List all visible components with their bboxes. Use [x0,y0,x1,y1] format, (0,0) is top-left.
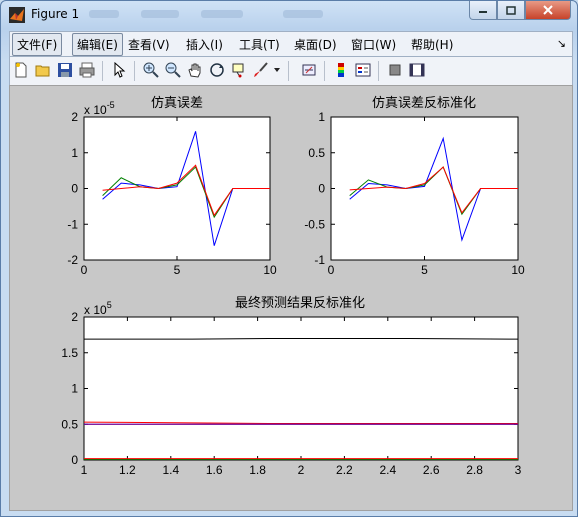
x-tick-label: 1.4 [162,463,179,477]
axes-3-exponent: x 105 [84,300,112,317]
subplot-3[interactable]: 最终预测结果反标准化 x 105 1 1.2 1.4 1.6 1.8 2 2.2 2.4 2.6… [61,295,521,477]
menu-desktop[interactable]: 桌面(D) [290,35,341,54]
y-tick-label: 1 [318,110,325,124]
figure-toolbar [9,56,573,86]
menu-help[interactable]: 帮助(H) [407,35,457,54]
maximize-icon [506,5,516,15]
axes-1-exponent: x 10-5 [84,100,115,117]
hide-plot-tools-icon[interactable] [386,61,404,79]
axes-1-title: 仿真误差 [151,95,203,110]
y-tick-label: 1 [71,382,78,396]
x-tick-label: 0 [328,263,335,277]
pan-hand-icon[interactable] [186,61,204,79]
open-file-icon[interactable] [34,61,52,79]
link-plot-icon[interactable] [300,61,318,79]
x-tick-label: 10 [511,263,525,277]
window-title: Figure 1 [31,7,80,21]
subplot-2[interactable]: 仿真误差反标准化 0 5 10 1 0.5 0 -0.5 -1 [304,95,525,277]
matlab-icon [9,7,25,23]
y-tick-label: 0.5 [308,146,325,160]
x-tick-label: 2.2 [336,463,353,477]
x-tick-label: 1.8 [249,463,266,477]
menu-bar: 文件(F) 编辑(E) 查看(V) 插入(I) 工具(T) 桌面(D) 窗口(W… [9,31,573,56]
y-tick-label: 0.5 [61,417,78,431]
menu-edit[interactable]: 编辑(E) [72,33,123,56]
menu-tools[interactable]: 工具(T) [235,35,284,54]
save-icon[interactable] [56,61,74,79]
plots-svg: 仿真误差 x 10-5 0 5 10210-1-2 仿真误差反标准化 0 5 1010.… [61,95,525,477]
x-tick-label: 2.4 [379,463,396,477]
x-tick-label: 2.6 [423,463,440,477]
menu-view[interactable]: 查看(V) [124,35,174,54]
x-tick-label: 5 [174,263,181,277]
print-icon[interactable] [78,61,96,79]
colorbar-icon[interactable] [332,61,350,79]
pointer-icon[interactable] [110,61,128,79]
subplot-1[interactable]: 仿真误差 x 10-5 0 5 10210-1-2 [67,95,277,277]
y-tick-label: 0 [318,182,325,196]
figure-window: Figure 1 文件(F) 编辑(E) 查看(V) 插入(I) 工具(T) 桌… [0,0,578,517]
x-tick-label: 2 [298,463,305,477]
x-tick-label: 1.2 [119,463,136,477]
brush-icon[interactable] [252,61,270,79]
rotate-3d-icon[interactable] [208,61,226,79]
toolbar-separator [288,61,289,81]
title-bar[interactable]: Figure 1 [1,1,577,29]
blurred-text [201,10,243,18]
show-plot-tools-icon[interactable] [408,61,426,79]
y-tick-label: 1 [71,146,78,160]
menu-insert[interactable]: 插入(I) [182,35,227,54]
x-tick-label: 2.8 [466,463,483,477]
blurred-text [283,10,323,18]
y-tick-label: -0.5 [304,217,325,231]
y-tick-label: 0 [71,182,78,196]
x-tick-label: 10 [263,263,277,277]
blurred-text [89,10,119,18]
toolbar-separator [324,61,325,81]
y-tick-label: -1 [314,253,325,267]
y-tick-label: 1.5 [61,346,78,360]
minimize-button[interactable] [469,1,497,20]
x-tick-label: 1.6 [206,463,223,477]
dock-arrow-icon[interactable]: ↘ [557,37,566,50]
brush-dropdown-icon[interactable] [272,61,282,79]
y-tick-label: -2 [67,253,78,267]
y-tick-label: 2 [71,310,78,324]
x-tick-label: 3 [515,463,522,477]
y-tick-label: 2 [71,110,78,124]
close-button[interactable] [525,1,571,20]
blurred-text [141,10,179,18]
x-tick-label: 1 [81,463,88,477]
toolbar-separator [134,61,135,81]
menu-file[interactable]: 文件(F) [12,33,63,56]
axes-3-title: 最终预测结果反标准化 [235,295,365,310]
zoom-in-icon[interactable] [142,61,160,79]
data-cursor-icon[interactable] [230,61,248,79]
y-tick-label: -1 [67,217,78,231]
legend-icon[interactable] [354,61,372,79]
menu-window[interactable]: 窗口(W) [347,35,400,54]
y-tick-label: 0 [71,453,78,467]
toolbar-separator [102,61,103,81]
x-tick-label: 0 [81,263,88,277]
maximize-button[interactable] [497,1,525,20]
x-tick-label: 5 [421,263,428,277]
toolbar-separator [378,61,379,81]
new-figure-icon[interactable] [12,61,30,79]
minimize-icon [479,11,487,13]
close-icon [543,5,553,15]
axes-2-title: 仿真误差反标准化 [372,95,476,110]
zoom-out-icon[interactable] [164,61,182,79]
figure-canvas: 仿真误差 x 10-5 0 5 10 2 1 0 -1 -2 仿真误差反标准化 0 5 10 1 0.… [9,85,573,511]
